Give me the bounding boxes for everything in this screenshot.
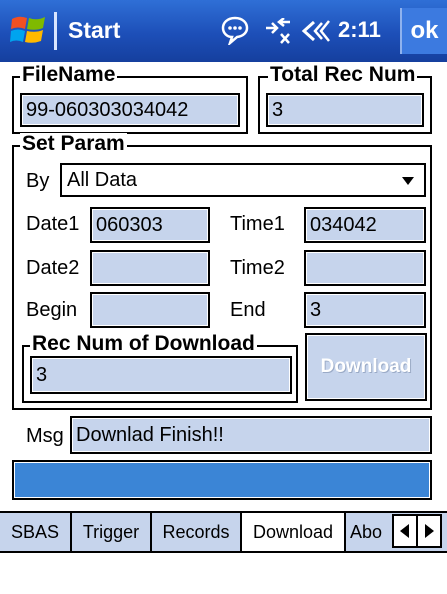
end-field[interactable]: 3 xyxy=(304,292,426,328)
tab-scroll-left-icon[interactable] xyxy=(392,514,418,548)
time2-label: Time2 xyxy=(230,257,285,279)
end-label-text: End xyxy=(230,299,266,321)
total-rec-field[interactable]: 3 xyxy=(266,93,424,127)
date1-label: Date1 xyxy=(26,213,80,235)
by-select-value: All Data xyxy=(67,168,138,191)
title-separator xyxy=(54,12,57,50)
ok-button[interactable]: ok xyxy=(400,8,447,54)
volume-icon[interactable] xyxy=(298,18,332,44)
begin-label: Begin xyxy=(26,299,78,321)
filename-group-label: FileName xyxy=(20,63,118,86)
tab-records[interactable]: Records xyxy=(152,513,242,551)
notification-icon[interactable] xyxy=(220,15,250,45)
time1-label: Time1 xyxy=(230,213,285,235)
date2-field[interactable] xyxy=(90,250,210,286)
tab-bar: SBAS Trigger Records Download Abo xyxy=(0,511,447,553)
tab-scroll-buttons xyxy=(392,514,444,548)
tab-scroll-right-icon[interactable] xyxy=(416,514,442,548)
time1-field[interactable]: 034042 xyxy=(304,207,426,243)
begin-field[interactable] xyxy=(90,292,210,328)
tab-download[interactable]: Download xyxy=(242,511,346,551)
clock[interactable]: 2:11 xyxy=(338,17,381,43)
progress-bar xyxy=(12,460,432,500)
time2-field[interactable] xyxy=(304,250,426,286)
tab-about[interactable]: Abo xyxy=(346,513,394,551)
tab-sbas[interactable]: SBAS xyxy=(0,513,72,551)
windows-logo-icon[interactable] xyxy=(10,13,48,49)
start-title[interactable]: Start xyxy=(68,17,120,44)
by-label: By xyxy=(26,170,50,192)
connectivity-icon[interactable] xyxy=(262,18,294,46)
total-rec-group-label: Total Rec Num xyxy=(268,63,418,86)
download-button[interactable]: Download xyxy=(305,333,427,401)
rec-num-group-label: Rec Num of Download xyxy=(30,332,257,355)
by-select[interactable]: All Data xyxy=(60,163,426,197)
tab-trigger[interactable]: Trigger xyxy=(72,513,152,551)
rec-num-field[interactable]: 3 xyxy=(30,356,292,394)
date2-label: Date2 xyxy=(26,257,80,279)
filename-field[interactable]: 99-060303034042 xyxy=(20,93,240,127)
set-param-group-label: Set Param xyxy=(20,132,127,155)
chevron-down-icon[interactable] xyxy=(402,177,414,185)
date1-field[interactable]: 060303 xyxy=(90,207,210,243)
msg-label: Msg xyxy=(26,425,64,447)
end-label: End xyxy=(230,299,266,322)
msg-field[interactable]: Downlad Finish!! xyxy=(70,416,432,454)
